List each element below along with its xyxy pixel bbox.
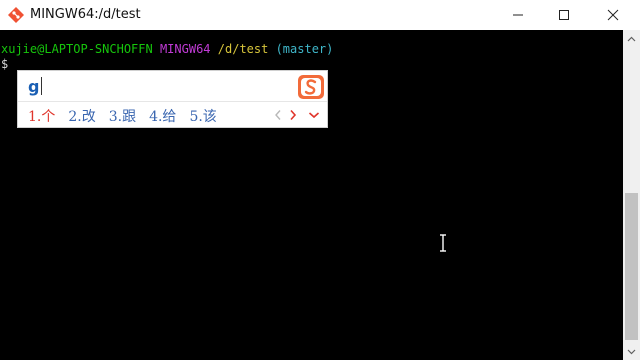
ime-prev-page-button[interactable] [271, 107, 285, 123]
ime-candidate[interactable]: 1.个 [28, 106, 55, 126]
title-bar[interactable]: MINGW64:/d/test [0, 0, 640, 30]
ime-candidate-list: 1.个 2.改 3.跟 4.给 5.该 [28, 106, 230, 126]
prompt-branch: (master) [275, 42, 334, 56]
minimize-button[interactable] [495, 0, 541, 30]
prompt-path: /d/test [217, 42, 269, 56]
chevron-down-icon [308, 112, 320, 119]
chevron-right-icon [290, 109, 297, 121]
prompt-user-host: xujie@LAPTOP-SNCHOFFN [1, 42, 153, 56]
ime-divider [18, 101, 327, 102]
scroll-down-button[interactable] [623, 343, 640, 360]
ime-candidate[interactable]: 4.给 [149, 106, 176, 126]
prompt-line: xujie@LAPTOP-SNCHOFFN MINGW64 /d/test (m… [1, 42, 333, 56]
chevron-up-icon [627, 36, 636, 41]
vertical-scrollbar[interactable] [623, 30, 640, 360]
close-button[interactable] [590, 0, 636, 30]
sogou-logo-icon[interactable] [297, 74, 325, 100]
minimize-icon [513, 14, 523, 16]
prompt-symbol: $ [1, 57, 9, 71]
ime-expand-button[interactable] [307, 107, 321, 123]
git-bash-icon [8, 7, 24, 23]
ime-candidate[interactable]: 2.改 [68, 106, 95, 126]
ime-composition-text: g [28, 77, 40, 96]
maximize-button[interactable] [541, 0, 587, 30]
window-title: MINGW64:/d/test [30, 7, 141, 22]
ime-caret [41, 77, 42, 95]
maximize-icon [559, 10, 569, 20]
scrollbar-thumb[interactable] [625, 193, 638, 340]
ime-candidate[interactable]: 5.该 [189, 106, 216, 126]
ime-candidate-window[interactable]: g 1.个 2.改 3.跟 4.给 5.该 [17, 70, 328, 128]
ime-next-page-button[interactable] [286, 107, 300, 123]
chevron-down-icon [627, 349, 636, 354]
prompt-env: MINGW64 [159, 42, 211, 56]
chevron-left-icon [275, 110, 281, 120]
ime-candidate[interactable]: 3.跟 [109, 106, 136, 126]
ibeam-cursor-icon [440, 234, 446, 252]
scroll-up-button[interactable] [623, 30, 640, 47]
close-icon [607, 9, 619, 21]
